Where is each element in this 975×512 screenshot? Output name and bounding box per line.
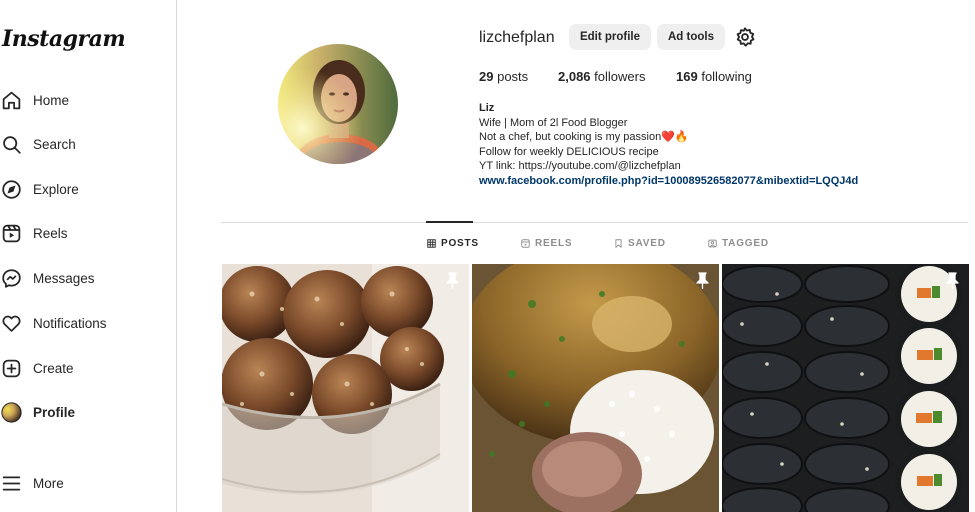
settings-gear-icon[interactable]	[734, 26, 756, 48]
tab-tagged[interactable]: TAGGED	[708, 238, 769, 249]
following-count: 169	[676, 69, 698, 84]
post-thumbnail[interactable]	[222, 264, 469, 512]
post-thumbnail[interactable]	[472, 264, 719, 512]
profile-username: lizchefplan	[479, 29, 555, 46]
posts-label: posts	[497, 69, 529, 84]
sidebar-item-profile[interactable]: Profile	[0, 397, 170, 427]
tagged-icon	[708, 239, 717, 248]
tab-label: REELS	[535, 238, 573, 249]
stat-posts: 29 posts	[479, 69, 528, 84]
sidebar-item-label: Profile	[33, 404, 76, 420]
grid-icon	[427, 239, 436, 248]
sidebar-item-more[interactable]: More	[0, 468, 170, 498]
bio-link[interactable]: www.facebook.com/profile.php?id=10008952…	[479, 174, 858, 189]
tab-reels[interactable]: REELS	[521, 238, 572, 249]
active-tab-indicator	[426, 221, 473, 223]
sidebar-item-label: More	[33, 475, 64, 491]
hamburger-icon	[0, 472, 22, 494]
following-label: following	[701, 69, 752, 84]
plus-square-icon	[0, 357, 22, 379]
bio-line: YT link: https://youtube.com/@lizchefpla…	[479, 160, 681, 172]
bookmark-icon	[615, 239, 622, 248]
sidebar-item-home[interactable]: Home	[0, 85, 170, 115]
sidebar-item-label: Home	[33, 92, 70, 108]
sidebar-item-label: Notifications	[33, 315, 107, 331]
sidebar-item-label: Reels	[33, 225, 68, 241]
messenger-icon	[0, 267, 22, 289]
bio-line: Not a chef, but cooking is my passion❤️🔥	[479, 130, 858, 145]
tab-label: POSTS	[441, 238, 479, 249]
reels-icon	[0, 222, 22, 244]
bio-emoji: ❤️🔥	[661, 131, 689, 143]
posts-count: 29	[479, 69, 494, 84]
search-icon	[0, 133, 22, 155]
sidebar: Instagram Home Search Explore Reels Mess…	[0, 0, 177, 512]
reels-icon	[521, 239, 530, 248]
post-thumbnail[interactable]	[722, 264, 969, 512]
compass-icon	[0, 178, 22, 200]
bio-line: Wife | Mom of 2l Food Blogger	[479, 116, 628, 129]
ad-tools-button[interactable]: Ad tools	[657, 24, 725, 50]
tab-label: TAGGED	[722, 238, 769, 249]
followers-count: 2,086	[558, 69, 591, 84]
sidebar-item-reels[interactable]: Reels	[0, 218, 170, 248]
home-icon	[0, 89, 22, 111]
bio-line: Follow for weekly DELICIOUS recipe	[479, 145, 659, 158]
followers-label: followers	[594, 69, 646, 84]
sidebar-item-label: Search	[33, 136, 76, 152]
stat-followers[interactable]: 2,086 followers	[558, 69, 645, 84]
sidebar-item-explore[interactable]: Explore	[0, 174, 170, 204]
sidebar-item-label: Create	[33, 360, 74, 376]
tab-saved[interactable]: SAVED	[614, 238, 666, 249]
avatar	[0, 401, 22, 423]
heart-icon	[0, 312, 22, 334]
sidebar-item-label: Messages	[33, 270, 95, 286]
tab-label: SAVED	[628, 238, 666, 249]
sidebar-item-create[interactable]: Create	[0, 353, 170, 383]
bio-line-text: Not a chef, but cooking is my passion	[479, 131, 662, 143]
stat-following[interactable]: 169 following	[676, 69, 752, 84]
profile-bio: Liz Wife | Mom of 2l Food Blogger Not a …	[479, 101, 858, 188]
tabs-divider	[221, 222, 968, 223]
instagram-logo[interactable]: Instagram	[2, 26, 126, 52]
sidebar-item-label: Explore	[33, 181, 79, 197]
sidebar-item-messages[interactable]: Messages	[0, 263, 170, 293]
edit-profile-button[interactable]: Edit profile	[569, 24, 651, 50]
bio-name: Liz	[479, 102, 495, 114]
profile-avatar[interactable]	[278, 44, 398, 164]
tab-posts[interactable]: POSTS	[427, 238, 479, 249]
sidebar-item-notifications[interactable]: Notifications	[0, 308, 170, 338]
sidebar-item-search[interactable]: Search	[0, 129, 170, 159]
